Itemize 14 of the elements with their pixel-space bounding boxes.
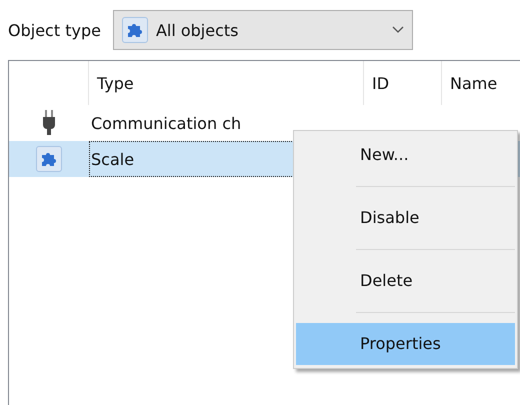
puzzle-icon xyxy=(40,150,58,168)
menu-item[interactable]: Properties xyxy=(296,323,515,365)
chevron-down-icon xyxy=(392,26,404,34)
plug-icon xyxy=(42,110,56,136)
column-header[interactable]: Type xyxy=(89,61,364,105)
object-type-dropdown[interactable]: All objects xyxy=(112,10,413,50)
table-cell: Scale xyxy=(91,150,134,168)
column-header[interactable]: Name xyxy=(442,61,520,105)
menu-item[interactable]: Disable xyxy=(296,197,515,239)
puzzle-icon xyxy=(126,21,144,39)
menu-item[interactable]: Delete xyxy=(296,260,515,302)
table-cell: Communication ch xyxy=(91,114,242,132)
column-header[interactable]: ID xyxy=(364,61,442,105)
object-type-label: Object type xyxy=(8,20,101,40)
